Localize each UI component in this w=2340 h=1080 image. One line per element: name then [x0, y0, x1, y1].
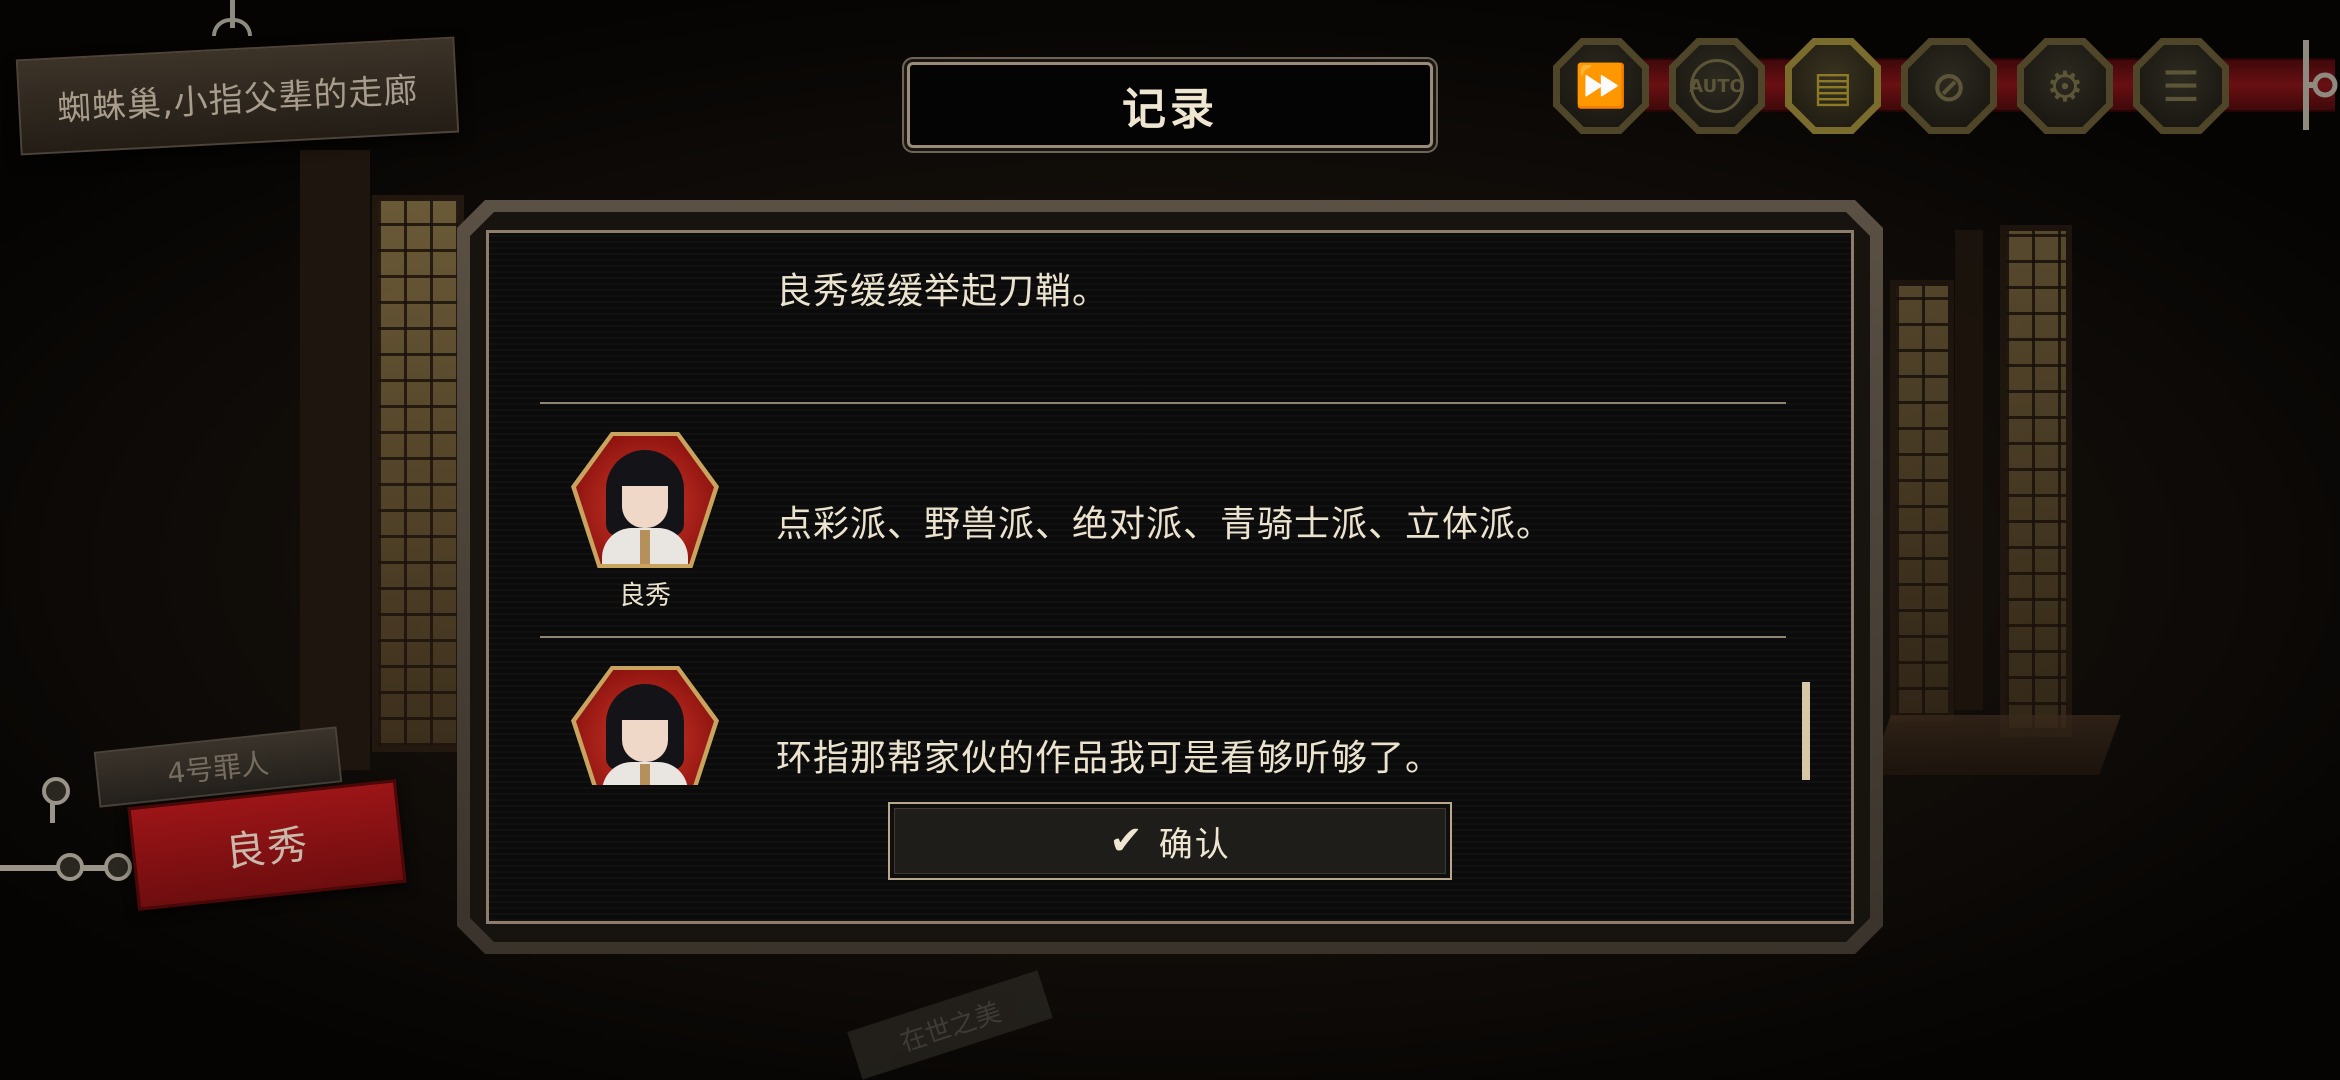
nameplate-gear-icon	[104, 853, 132, 881]
wall-pillar-right	[1955, 230, 1983, 710]
menu-icon: ☰	[2162, 61, 2200, 111]
log-entry: 点彩派、野兽派、绝对派、青骑士派、立体派。	[540, 495, 1786, 545]
sinner-nameplate: 4号罪人 良秀	[0, 725, 420, 911]
log-entry-text: 环指那帮家伙的作品我可是看够听够了。	[776, 738, 1443, 779]
auto-button[interactable]: AUTO	[1669, 38, 1765, 134]
log-entry-text: 良秀缓缓举起刀鞘。	[776, 271, 1110, 312]
hide-ui-button[interactable]: ⊘	[1901, 38, 1997, 134]
menu-button[interactable]: ☰	[2133, 38, 2229, 134]
log-divider	[540, 636, 1786, 638]
log-icon: ▤	[1813, 61, 1853, 111]
confirm-button[interactable]: ✔ 确认	[888, 802, 1452, 880]
nameplate-gear-icon	[56, 853, 84, 881]
nameplate-gear-icon	[42, 777, 70, 805]
sinner-number: 4号罪人	[165, 746, 271, 791]
log-divider	[540, 402, 1786, 404]
log-entry-text: 点彩派、野兽派、绝对派、青骑士派、立体派。	[776, 504, 1554, 545]
log-title-plaque: 记录	[907, 62, 1433, 148]
log-entry: 良秀缓缓举起刀鞘。	[540, 262, 1786, 312]
log-title: 记录	[1122, 84, 1218, 135]
settings-button[interactable]: ⚙	[2017, 38, 2113, 134]
location-name: 蜘蛛巢,小指父辈的走廊	[55, 70, 420, 129]
top-toolbar: ⏩ AUTO ▤ ⊘ ⚙ ☰	[1545, 30, 2340, 140]
log-button[interactable]: ▤	[1785, 38, 1881, 134]
wall-pillar-left	[300, 150, 370, 770]
shoji-screen-right-inner	[1890, 280, 1954, 722]
speaker-name: 良秀	[618, 581, 671, 611]
auto-play-icon: AUTO	[1689, 59, 1745, 113]
sinner-name: 良秀	[223, 821, 312, 877]
hide-ui-icon: ⊘	[1931, 61, 1967, 111]
shoji-screen-right-outer	[2000, 225, 2072, 737]
toolbar-end-hook-icon	[2303, 40, 2338, 130]
check-icon: ✔	[1109, 818, 1143, 864]
log-scrollbar-thumb[interactable]	[1802, 682, 1810, 780]
fast-forward-icon: ⏩	[1574, 61, 1628, 110]
shoji-screen-left	[372, 195, 464, 752]
plaque-hanger	[212, 0, 252, 40]
confirm-label: 确认	[1158, 824, 1231, 865]
gear-icon: ⚙	[2046, 61, 2084, 111]
corridor-floor	[1869, 715, 2121, 775]
speaker-portrait	[571, 666, 719, 785]
log-entry-clip: 环指那帮家伙的作品我可是看够听够了。	[540, 660, 1786, 785]
fast-forward-button[interactable]: ⏩	[1553, 38, 1649, 134]
